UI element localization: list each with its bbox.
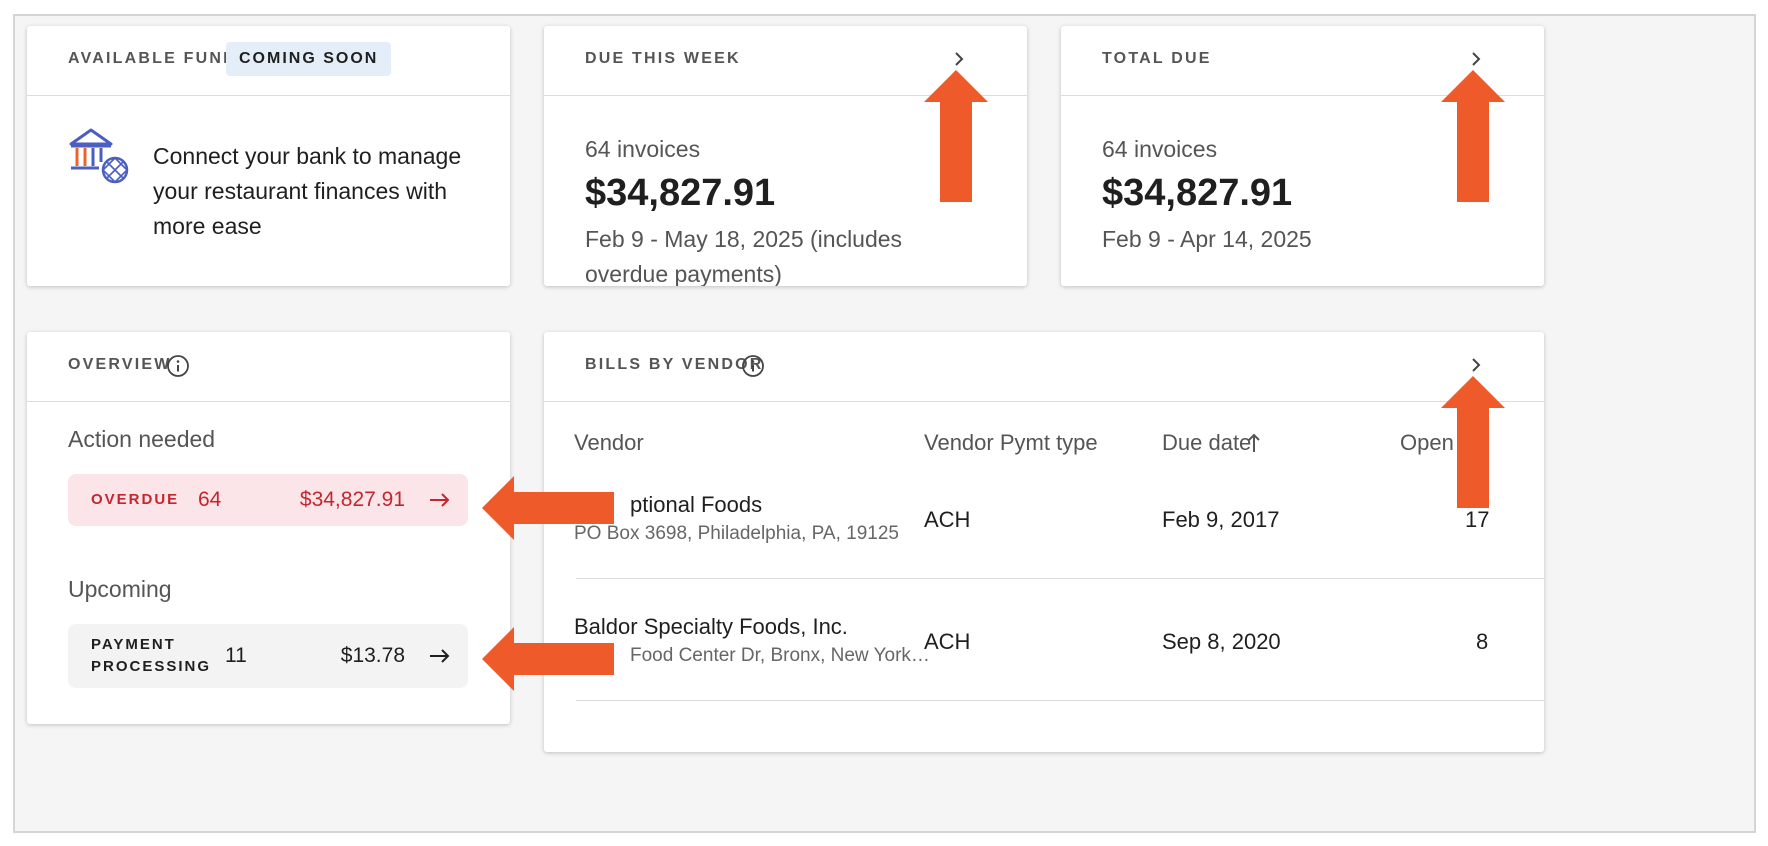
info-icon[interactable] bbox=[741, 354, 765, 378]
pymt-type: ACH bbox=[924, 507, 971, 532]
payment-processing-count: 11 bbox=[225, 644, 247, 667]
open-balance: 8 bbox=[1476, 629, 1489, 654]
due-date: Feb 9, 2017 bbox=[1162, 507, 1280, 532]
total-due-title: TOTAL DUE bbox=[1102, 50, 1212, 67]
pymt-type: ACH bbox=[924, 629, 971, 654]
row-divider bbox=[576, 578, 1544, 579]
callout-arrow-up-icon bbox=[1441, 70, 1505, 202]
payment-processing-amount: $13.78 bbox=[340, 644, 405, 667]
callout-arrow-left-icon bbox=[482, 627, 614, 691]
due-this-week-count: 64 invoices bbox=[585, 136, 701, 162]
available-funds-card: AVAILABLE FUNDS COMING SOON Connect your… bbox=[27, 26, 510, 286]
upcoming-label: Upcoming bbox=[68, 576, 172, 602]
action-needed-label: Action needed bbox=[68, 426, 216, 452]
payment-processing-label-line2: PROCESSING bbox=[91, 658, 212, 675]
due-this-week-title: DUE THIS WEEK bbox=[585, 50, 741, 67]
table-row[interactable]: ptional Foods PO Box 3698, Philadelphia,… bbox=[544, 472, 1544, 582]
total-due-amount: $34,827.91 bbox=[1102, 172, 1293, 214]
overdue-count: 64 bbox=[198, 488, 222, 511]
bills-by-vendor-header: BILLS BY VENDOR bbox=[544, 332, 1544, 402]
callout-arrow-up-icon bbox=[1441, 376, 1505, 508]
overdue-row[interactable]: OVERDUE 64 $34,827.91 bbox=[68, 474, 468, 526]
bills-by-vendor-title: BILLS BY VENDOR bbox=[585, 356, 764, 373]
chevron-right-icon[interactable] bbox=[1467, 48, 1485, 70]
bank-icon bbox=[69, 128, 129, 184]
chevron-right-icon[interactable] bbox=[950, 48, 968, 70]
payment-processing-row[interactable]: PAYMENT PROCESSING 11 $13.78 bbox=[68, 624, 468, 688]
bills-by-vendor-card: BILLS BY VENDOR Vendor Vendor Pymt type … bbox=[544, 332, 1544, 752]
arrow-right-icon[interactable] bbox=[428, 492, 452, 508]
due-date: Sep 8, 2020 bbox=[1162, 629, 1281, 654]
dashboard-frame: AVAILABLE FUNDS COMING SOON Connect your… bbox=[13, 14, 1756, 833]
overdue-amount: $34,827.91 bbox=[299, 488, 405, 511]
overview-card: OVERVIEW Action needed OVERDUE 64 $34,82… bbox=[27, 332, 510, 724]
open-balance: 17 bbox=[1465, 507, 1490, 532]
arrow-right-icon[interactable] bbox=[428, 648, 452, 664]
connect-bank-message: Connect your bank to manage your restaur… bbox=[153, 143, 462, 239]
vendor-address: PO Box 3698, Philadelphia, PA, 19125 bbox=[574, 523, 899, 544]
callout-arrow-up-icon bbox=[924, 70, 988, 202]
total-due-count: 64 invoices bbox=[1102, 136, 1218, 162]
sort-ascending-icon[interactable] bbox=[1247, 432, 1261, 454]
vendor-name[interactable]: Baldor Specialty Foods, Inc. bbox=[574, 614, 848, 640]
callout-arrow-left-icon bbox=[482, 476, 614, 540]
column-header-vendor[interactable]: Vendor bbox=[574, 430, 644, 456]
overview-title: OVERVIEW bbox=[68, 356, 172, 373]
overdue-label: OVERDUE bbox=[91, 491, 180, 508]
vendor-address: Food Center Dr, Bronx, New York… bbox=[630, 645, 930, 666]
column-header-due-date[interactable]: Due date bbox=[1162, 430, 1251, 456]
vendor-name[interactable]: ptional Foods bbox=[630, 492, 762, 518]
coming-soon-badge: COMING SOON bbox=[226, 42, 392, 76]
total-due-range: Feb 9 - Apr 14, 2025 bbox=[1102, 226, 1312, 252]
available-funds-header: AVAILABLE FUNDS COMING SOON bbox=[27, 26, 510, 96]
overview-header: OVERVIEW bbox=[27, 332, 510, 402]
table-row[interactable]: Baldor Specialty Foods, Inc. Food Center… bbox=[544, 594, 1544, 704]
row-divider bbox=[576, 700, 1544, 701]
payment-processing-label-line1: PAYMENT bbox=[91, 636, 176, 653]
due-this-week-amount: $34,827.91 bbox=[585, 172, 776, 214]
chevron-right-icon[interactable] bbox=[1467, 354, 1485, 376]
due-this-week-range: Feb 9 - May 18, 2025 (includes overdue p… bbox=[585, 226, 903, 286]
info-icon[interactable] bbox=[166, 354, 190, 378]
column-header-pymt-type[interactable]: Vendor Pymt type bbox=[924, 430, 1098, 456]
available-funds-title: AVAILABLE FUNDS bbox=[68, 50, 250, 67]
